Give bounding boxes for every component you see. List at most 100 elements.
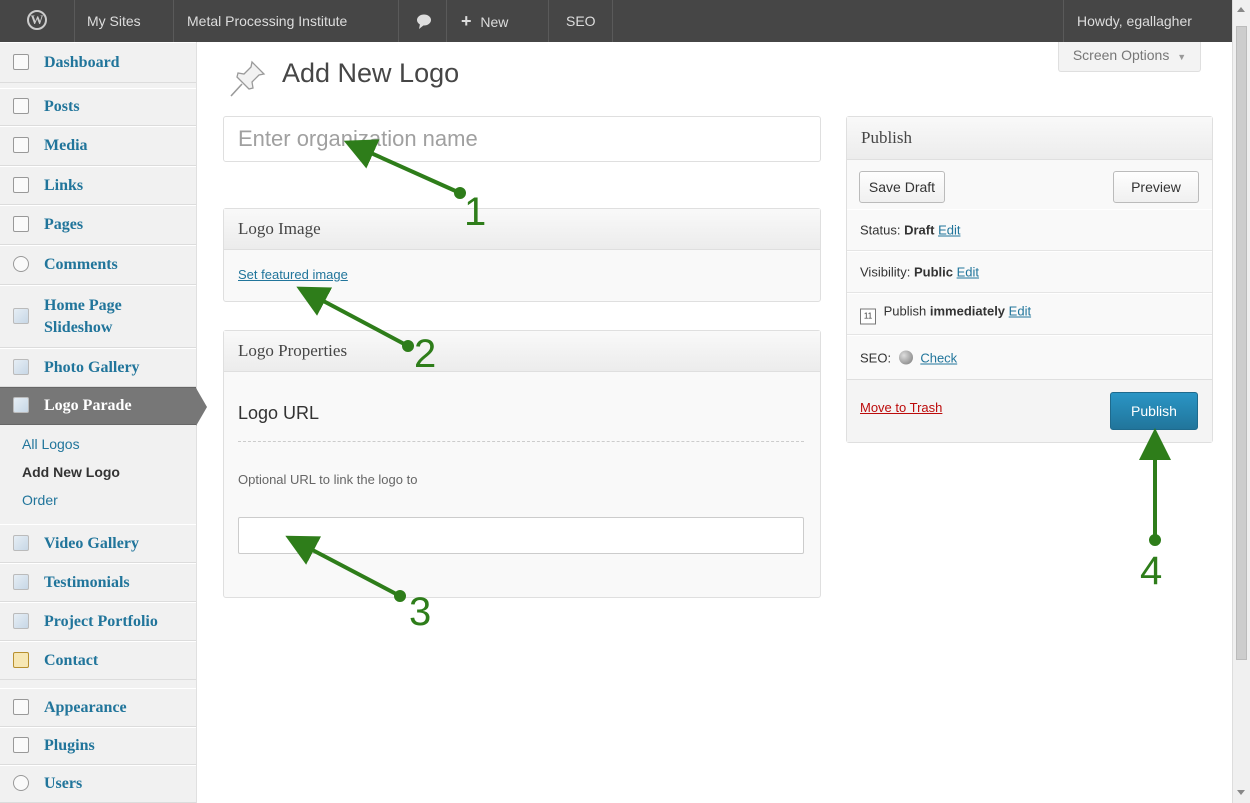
pushpin-icon [230, 60, 266, 97]
scroll-down-arrow-icon[interactable] [1237, 790, 1245, 795]
users-icon [13, 775, 29, 791]
edit-status-link[interactable]: Edit [938, 223, 960, 238]
annotation-number-3: 3 [409, 590, 432, 634]
broken-image-icon [13, 534, 29, 551]
pin-icon [13, 98, 29, 114]
publish-time-row: 11 Publish immediately Edit [847, 293, 1212, 335]
links-icon [13, 176, 29, 193]
sidebar-item-label: Contact [44, 651, 99, 669]
sidebar-item-video-gallery[interactable]: Video Gallery [0, 524, 196, 563]
visibility-label: Visibility: [860, 264, 911, 280]
sidebar-item-comments[interactable]: Comments [0, 245, 196, 285]
screen-options-button[interactable]: Screen Options ▼ [1058, 42, 1201, 72]
new-label: New [480, 14, 509, 30]
seo-menu[interactable]: SEO [566, 0, 596, 42]
move-to-trash-link[interactable]: Move to Trash [860, 400, 942, 415]
dashboard-icon [13, 53, 29, 70]
sidebar-item-posts[interactable]: Posts [0, 88, 196, 126]
broken-image-icon [13, 358, 29, 375]
admin-bar-divider [446, 0, 447, 42]
sidebar-item-contact[interactable]: Contact [0, 641, 196, 680]
broken-image-icon [13, 397, 29, 413]
wordpress-logo-icon[interactable]: W [27, 10, 47, 30]
admin-bar-divider [173, 0, 174, 42]
organization-name-input[interactable]: Enter organization name [223, 116, 821, 162]
logo-url-description: Optional URL to link the logo to [238, 472, 418, 487]
logo-url-input[interactable] [238, 517, 804, 554]
sidebar-item-appearance[interactable]: Appearance [0, 688, 196, 727]
sidebar-item-label: Pages [44, 216, 84, 233]
plus-icon: + [461, 11, 472, 31]
submenu-add-new-logo[interactable]: Add New Logo [22, 464, 120, 480]
media-icon [13, 137, 29, 153]
sidebar-item-label: Users [44, 775, 83, 792]
seo-check-link[interactable]: Check [920, 350, 957, 365]
broken-image-icon [13, 307, 29, 324]
sidebar-item-project-portfolio[interactable]: Project Portfolio [0, 602, 196, 641]
comments-icon [13, 256, 29, 272]
sidebar-item-logo-parade[interactable]: Logo Parade [0, 387, 207, 426]
visibility-value: Public [913, 264, 953, 280]
publish-box-title[interactable]: Publish [847, 117, 1212, 160]
screen-options-label: Screen Options [1072, 47, 1170, 63]
sidebar-item-testimonials[interactable]: Testimonials [0, 563, 196, 602]
howdy-user-menu[interactable]: Howdy, egallagher [1077, 0, 1192, 42]
admin-bar-divider [1063, 0, 1064, 42]
sidebar-item-label: Posts [44, 98, 80, 115]
plugins-icon [13, 737, 29, 753]
preview-button[interactable]: Preview [1113, 171, 1199, 203]
sidebar-item-media[interactable]: Media [0, 126, 196, 166]
edit-publish-time-link[interactable]: Edit [1009, 304, 1031, 319]
calendar-icon: 11 [860, 308, 876, 325]
submenu-all-logos[interactable]: All Logos [22, 436, 80, 452]
logo-properties-title[interactable]: Logo Properties [224, 331, 820, 372]
edit-visibility-link[interactable]: Edit [957, 265, 979, 280]
admin-bar-divider [74, 0, 75, 42]
logo-image-box: Logo Image Set featured image [223, 208, 821, 302]
sidebar-item-label: Media [44, 137, 88, 154]
status-value: Draft [904, 222, 935, 238]
submenu-order[interactable]: Order [22, 492, 58, 508]
logo-properties-box: Logo Properties Logo URL Optional URL to… [223, 330, 821, 598]
sidebar-item-dashboard[interactable]: Dashboard [0, 42, 196, 83]
new-content-menu[interactable]: + New [461, 0, 508, 42]
sidebar-item-label: Links [44, 176, 84, 194]
sidebar-item-users[interactable]: Users [0, 765, 196, 803]
publish-button[interactable]: Publish [1110, 392, 1198, 430]
sidebar-item-label: Testimonials [44, 573, 130, 591]
logo-image-title[interactable]: Logo Image [224, 209, 820, 250]
scroll-up-arrow-icon[interactable] [1237, 7, 1245, 12]
annotation-dot-4 [1149, 534, 1161, 546]
annotation-number-1: 1 [464, 190, 487, 234]
sidebar-item-label: Home Page Slideshow [44, 296, 122, 336]
set-featured-image-link[interactable]: Set featured image [238, 267, 348, 282]
status-label: Status: [860, 222, 901, 238]
sidebar-item-photo-gallery[interactable]: Photo Gallery [0, 348, 196, 387]
visibility-row: Visibility: Public Edit [847, 251, 1212, 293]
sidebar-item-pages[interactable]: Pages [0, 205, 196, 245]
broken-image-icon [13, 612, 29, 629]
field-divider [238, 441, 804, 442]
sidebar-item-label: Dashboard [44, 53, 120, 71]
admin-bar: W My Sites Metal Processing Institute + … [0, 0, 1232, 42]
logo-url-label: Logo URL [238, 403, 320, 423]
admin-bar-divider [612, 0, 613, 42]
publish-time-label: Publish [883, 303, 927, 319]
triangle-down-icon: ▼ [1177, 52, 1187, 62]
save-draft-button[interactable]: Save Draft [859, 171, 945, 203]
sidebar-item-links[interactable]: Links [0, 166, 196, 205]
sidebar-item-home-page-slideshow[interactable]: Home Page Slideshow [0, 285, 196, 348]
page-scrollbar[interactable] [1232, 0, 1250, 803]
comments-icon[interactable] [416, 0, 432, 42]
seo-row: SEO: Check [847, 335, 1212, 379]
sidebar-item-label: Appearance [44, 698, 127, 716]
pages-icon [13, 216, 29, 232]
sidebar-item-plugins[interactable]: Plugins [0, 727, 196, 765]
page-title: Add New Logo [282, 58, 460, 88]
admin-sidebar: Dashboard Posts Media Links Pages Commen… [0, 42, 207, 803]
sidebar-item-label: Video Gallery [44, 534, 139, 552]
scrollbar-thumb[interactable] [1236, 26, 1247, 660]
sidebar-item-label: Photo Gallery [44, 358, 140, 376]
my-sites-menu[interactable]: My Sites [87, 0, 141, 42]
site-name-menu[interactable]: Metal Processing Institute [187, 0, 347, 42]
